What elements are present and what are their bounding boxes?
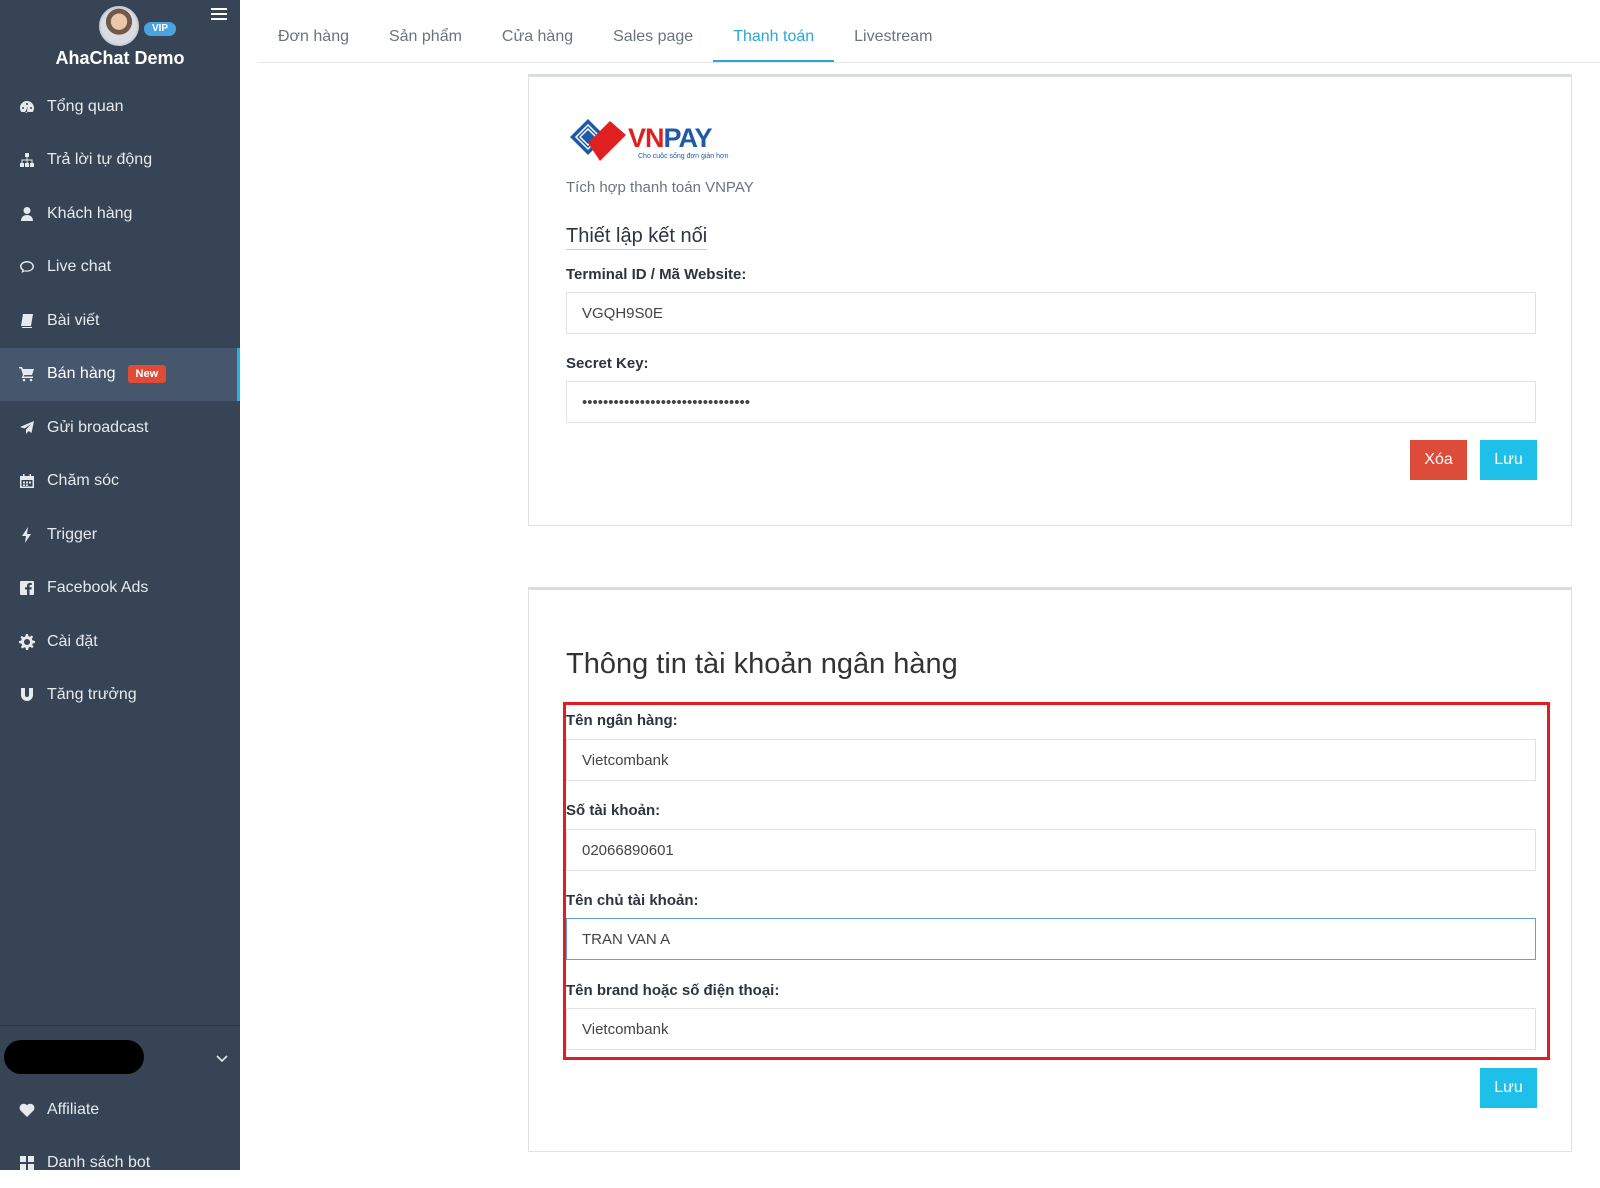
sidebar-item-label: Gửi broadcast xyxy=(47,418,149,436)
vnpay-wordmark: VNPAY xyxy=(628,123,713,154)
tab-livestream[interactable]: Livestream xyxy=(834,14,952,62)
tab-thanh-toan[interactable]: Thanh toán xyxy=(713,14,835,62)
calendar-icon xyxy=(18,472,36,490)
tab-sales-page[interactable]: Sales page xyxy=(593,14,713,62)
account-holder-label: Tên chủ tài khoản: xyxy=(566,892,699,909)
brand-phone-label: Tên brand hoặc số điện thoại: xyxy=(566,982,780,999)
sidebar-item-label: Tổng quan xyxy=(47,97,124,115)
app-name: AhaChat Demo xyxy=(55,48,185,68)
magnet-icon xyxy=(18,686,36,704)
vnpay-logo: VNPAY Cho cuộc sống đơn giản hơn xyxy=(566,113,736,167)
heart-icon xyxy=(18,1101,36,1119)
bank-name-label: Tên ngân hàng: xyxy=(566,712,678,729)
sidebar-item-label: Bài viết xyxy=(47,311,100,329)
sidebar-item-affiliate[interactable]: Affiliate xyxy=(0,1085,240,1135)
vnpay-wordmark-pay: PAY xyxy=(663,123,713,153)
sidebar-item-cai-dat[interactable]: Cài đặt xyxy=(0,615,240,669)
vnpay-panel: VNPAY Cho cuộc sống đơn giản hơn Tích hợ… xyxy=(528,74,1572,526)
grid-icon xyxy=(18,1154,36,1172)
chat-icon xyxy=(18,258,36,276)
paper-plane-icon xyxy=(18,419,36,437)
sidebar-item-label: Khách hàng xyxy=(47,204,133,222)
tab-san-pham[interactable]: Sản phẩm xyxy=(369,14,482,62)
secret-key-input[interactable] xyxy=(566,381,1536,423)
avatar[interactable] xyxy=(99,6,139,46)
bolt-icon xyxy=(18,526,36,544)
sidebar-item-danh-sach-bot[interactable]: Danh sách bot xyxy=(0,1138,240,1188)
account-number-label: Số tài khoản: xyxy=(566,802,661,819)
gear-icon xyxy=(18,633,36,651)
vnpay-tagline: Cho cuộc sống đơn giản hơn xyxy=(638,153,729,160)
dashboard-icon xyxy=(18,98,36,116)
bank-name-input[interactable] xyxy=(566,739,1536,781)
bank-account-title: Thông tin tài khoản ngân hàng xyxy=(566,648,958,680)
account-number-input[interactable] xyxy=(566,829,1536,871)
sitemap-icon xyxy=(18,151,36,169)
sidebar: VIP AhaChat Demo Tổng quan Trả lời tự độ… xyxy=(0,0,240,1171)
sidebar-item-khach-hang[interactable]: Khách hàng xyxy=(0,187,240,241)
sidebar-item-label: Affiliate xyxy=(47,1101,100,1118)
vnpay-logo-mark-icon xyxy=(570,119,626,161)
sidebar-item-label: Tăng trưởng xyxy=(47,686,137,704)
sidebar-item-label: Trigger xyxy=(47,525,98,543)
sidebar-item-trigger[interactable]: Trigger xyxy=(0,508,240,562)
vnpay-description: Tích hợp thanh toán VNPAY xyxy=(566,179,754,196)
sidebar-item-tang-truong[interactable]: Tăng trưởng xyxy=(0,669,240,723)
account-selector[interactable] xyxy=(4,1040,144,1074)
sidebar-item-cham-soc[interactable]: Chăm sóc xyxy=(0,455,240,509)
sidebar-divider xyxy=(0,1025,240,1026)
sidebar-item-facebook-ads[interactable]: Facebook Ads xyxy=(0,562,240,616)
sidebar-item-tra-loi-tu-dong[interactable]: Trả lời tự động xyxy=(0,134,240,188)
chevron-down-icon[interactable] xyxy=(216,1055,228,1063)
sidebar-item-label: Bán hàng xyxy=(47,365,116,383)
book-icon xyxy=(18,312,36,330)
sidebar-item-label: Danh sách bot xyxy=(47,1154,151,1171)
user-icon xyxy=(18,205,36,223)
tab-don-hang[interactable]: Đơn hàng xyxy=(258,14,369,62)
sidebar-item-tong-quan[interactable]: Tổng quan xyxy=(0,80,240,134)
sidebar-item-label: Live chat xyxy=(47,258,112,276)
sidebar-item-label: Facebook Ads xyxy=(47,579,149,597)
vip-badge: VIP xyxy=(144,22,176,36)
sidebar-item-ban-hang[interactable]: Bán hàng New xyxy=(0,347,240,401)
delete-button[interactable]: Xóa xyxy=(1410,440,1467,480)
account-holder-input[interactable] xyxy=(566,918,1536,960)
tab-bar: Đơn hàng Sản phẩm Cửa hàng Sales page Th… xyxy=(258,14,1600,63)
facebook-icon xyxy=(18,579,36,597)
brand-phone-input[interactable] xyxy=(566,1008,1536,1050)
terminal-id-input[interactable] xyxy=(566,292,1536,334)
sidebar-item-label: Trả lời tự động xyxy=(47,151,153,169)
hamburger-menu-icon[interactable] xyxy=(211,8,227,22)
tab-cua-hang[interactable]: Cửa hàng xyxy=(482,14,593,62)
sidebar-nav: Tổng quan Trả lời tự động Khách hàng Liv… xyxy=(0,80,240,722)
sidebar-header: VIP AhaChat Demo xyxy=(0,0,240,80)
sidebar-item-gui-broadcast[interactable]: Gửi broadcast xyxy=(0,401,240,455)
secret-key-label: Secret Key: xyxy=(566,355,649,372)
sidebar-item-bai-viet[interactable]: Bài viết xyxy=(0,294,240,348)
vnpay-wordmark-vn: VN xyxy=(628,123,665,153)
terminal-id-label: Terminal ID / Mã Website: xyxy=(566,266,747,283)
connection-settings-title: Thiết lập kết nối xyxy=(566,225,708,250)
bank-account-panel: Thông tin tài khoản ngân hàng Tên ngân h… xyxy=(528,587,1572,1152)
save-vnpay-button[interactable]: Lưu xyxy=(1480,440,1537,480)
save-bank-button[interactable]: Lưu xyxy=(1480,1068,1537,1108)
sidebar-item-live-chat[interactable]: Live chat xyxy=(0,241,240,295)
new-badge: New xyxy=(127,365,167,384)
cart-icon xyxy=(18,365,36,383)
sidebar-item-label: Chăm sóc xyxy=(47,472,120,490)
sidebar-item-label: Cài đặt xyxy=(47,632,98,650)
